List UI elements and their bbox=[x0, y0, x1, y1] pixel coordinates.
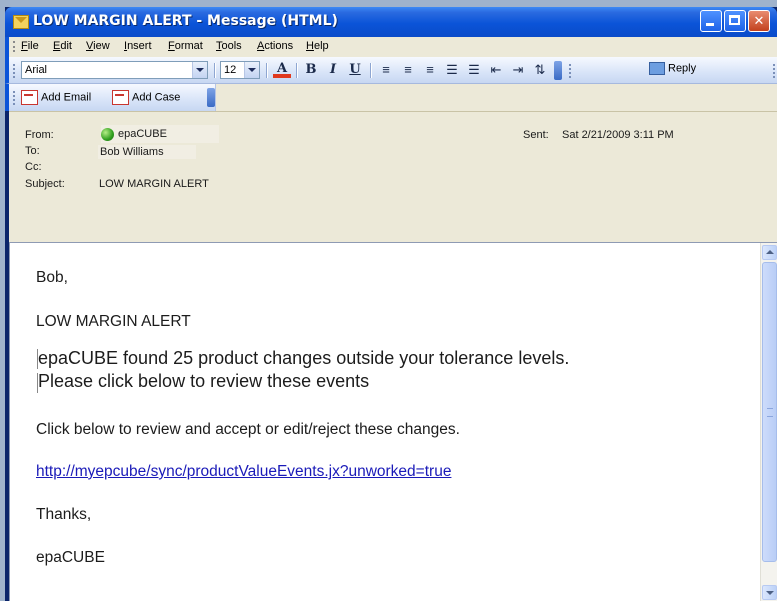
chevron-down-icon[interactable] bbox=[192, 62, 207, 78]
menu-view[interactable]: View bbox=[86, 40, 110, 52]
message-window: LOW MARGIN ALERT - Message (HTML) ✕ File… bbox=[5, 7, 777, 601]
chevron-down-icon[interactable] bbox=[244, 62, 259, 78]
custom-toolbar: Add Email Add Case bbox=[5, 84, 215, 111]
cc-label: Cc: bbox=[25, 161, 42, 173]
menu-help[interactable]: Help bbox=[306, 40, 329, 52]
message-body[interactable]: Bob, LOW MARGIN ALERT epaCUBE found 25 p… bbox=[9, 242, 777, 601]
review-link[interactable]: http://myepcube/sync/productValueEvents.… bbox=[36, 463, 451, 481]
menu-grip bbox=[13, 41, 17, 52]
toolbar-overflow-chevron[interactable] bbox=[554, 61, 562, 80]
to-value[interactable]: Bob Williams bbox=[98, 145, 196, 159]
add-case-icon bbox=[112, 90, 129, 105]
presence-icon bbox=[101, 127, 114, 141]
reply-label: Reply bbox=[668, 62, 697, 75]
title-bar: LOW MARGIN ALERT - Message (HTML) ✕ bbox=[5, 7, 777, 37]
menu-edit[interactable]: Edit bbox=[53, 40, 72, 52]
italic-button[interactable]: I bbox=[324, 62, 342, 78]
menu-bar: File Edit View Insert Format Tools Actio… bbox=[5, 37, 777, 57]
minimize-button[interactable] bbox=[700, 10, 722, 32]
greeting-text: Bob, bbox=[36, 269, 68, 286]
bold-button[interactable]: B bbox=[302, 62, 320, 78]
reply-button[interactable]: Reply bbox=[649, 62, 696, 75]
toolbar-separator bbox=[296, 63, 298, 78]
toolbar-separator bbox=[370, 63, 372, 78]
to-label: To: bbox=[25, 145, 40, 157]
font-color-button[interactable]: A bbox=[273, 62, 291, 78]
toolbar-overflow-chevron[interactable] bbox=[207, 88, 215, 107]
menu-insert[interactable]: Insert bbox=[124, 40, 152, 52]
scroll-down-arrow-icon[interactable] bbox=[762, 585, 777, 600]
add-email-icon bbox=[21, 90, 38, 105]
toolbar-filler bbox=[215, 84, 777, 111]
from-label: From: bbox=[25, 129, 54, 141]
envelope-icon bbox=[13, 15, 29, 29]
subject-value: LOW MARGIN ALERT bbox=[99, 178, 209, 190]
toolbar-separator bbox=[266, 63, 268, 78]
align-center-icon[interactable]: ≡ bbox=[399, 62, 417, 78]
font-name-combo[interactable]: Arial bbox=[21, 61, 208, 79]
menu-file[interactable]: File bbox=[21, 40, 39, 52]
vertical-scrollbar[interactable] bbox=[760, 243, 777, 601]
menu-tools[interactable]: Tools bbox=[216, 40, 242, 52]
close-button[interactable]: ✕ bbox=[748, 10, 770, 32]
decrease-indent-icon[interactable]: ⇤ bbox=[487, 62, 505, 78]
underline-button[interactable]: U bbox=[346, 62, 364, 78]
scroll-up-arrow-icon[interactable] bbox=[762, 245, 777, 260]
window-title: LOW MARGIN ALERT - Message (HTML) bbox=[33, 13, 338, 29]
align-right-icon[interactable]: ≡ bbox=[421, 62, 439, 78]
scroll-thumb[interactable] bbox=[762, 262, 777, 562]
formatting-toolbar: Arial 12 A B I U ≡ ≡ ≡ ☰ ☰ ⇤ ⇥ ⇅ Reply bbox=[5, 57, 777, 84]
increase-indent-icon[interactable]: ⇥ bbox=[509, 62, 527, 78]
alert-title-text: LOW MARGIN ALERT bbox=[36, 313, 191, 330]
bullet-list-icon[interactable]: ☰ bbox=[465, 62, 483, 78]
add-email-button[interactable]: Add Email bbox=[21, 90, 91, 105]
from-value: epaCUBE bbox=[118, 128, 167, 140]
maximize-button[interactable] bbox=[724, 10, 746, 32]
sent-label: Sent: bbox=[523, 129, 549, 141]
toolbar-grip bbox=[569, 64, 573, 78]
subject-label: Subject: bbox=[25, 178, 65, 190]
sent-value: Sat 2/21/2009 3:11 PM bbox=[562, 129, 674, 141]
instruction-text: Click below to review and accept or edit… bbox=[36, 421, 460, 438]
toolbar-grip bbox=[13, 64, 17, 78]
menu-actions[interactable]: Actions bbox=[257, 40, 293, 52]
add-case-label: Add Case bbox=[132, 91, 181, 104]
font-size-value: 12 bbox=[224, 64, 237, 76]
align-left-icon[interactable]: ≡ bbox=[377, 62, 395, 78]
toolbar-separator bbox=[214, 63, 216, 78]
menu-format[interactable]: Format bbox=[168, 40, 203, 52]
reply-icon bbox=[649, 62, 665, 75]
message-header: From: epaCUBE To: Bob Williams Cc: Subje… bbox=[9, 111, 777, 242]
body-line-2: Please click below to review these event… bbox=[38, 371, 370, 391]
add-email-label: Add Email bbox=[41, 91, 92, 104]
line-spacing-icon[interactable]: ⇅ bbox=[531, 62, 549, 78]
font-name-value: Arial bbox=[25, 64, 48, 76]
body-line-1: epaCUBE found 25 product changes outside… bbox=[38, 348, 570, 368]
toolbar-grip bbox=[13, 91, 17, 105]
add-case-button[interactable]: Add Case bbox=[112, 90, 180, 105]
toolbar-grip bbox=[773, 64, 777, 78]
from-field[interactable]: epaCUBE bbox=[101, 125, 219, 143]
signature-text: epaCUBE bbox=[36, 549, 105, 566]
numbered-list-icon[interactable]: ☰ bbox=[443, 62, 461, 78]
thanks-text: Thanks, bbox=[36, 506, 92, 523]
font-size-combo[interactable]: 12 bbox=[220, 61, 260, 79]
